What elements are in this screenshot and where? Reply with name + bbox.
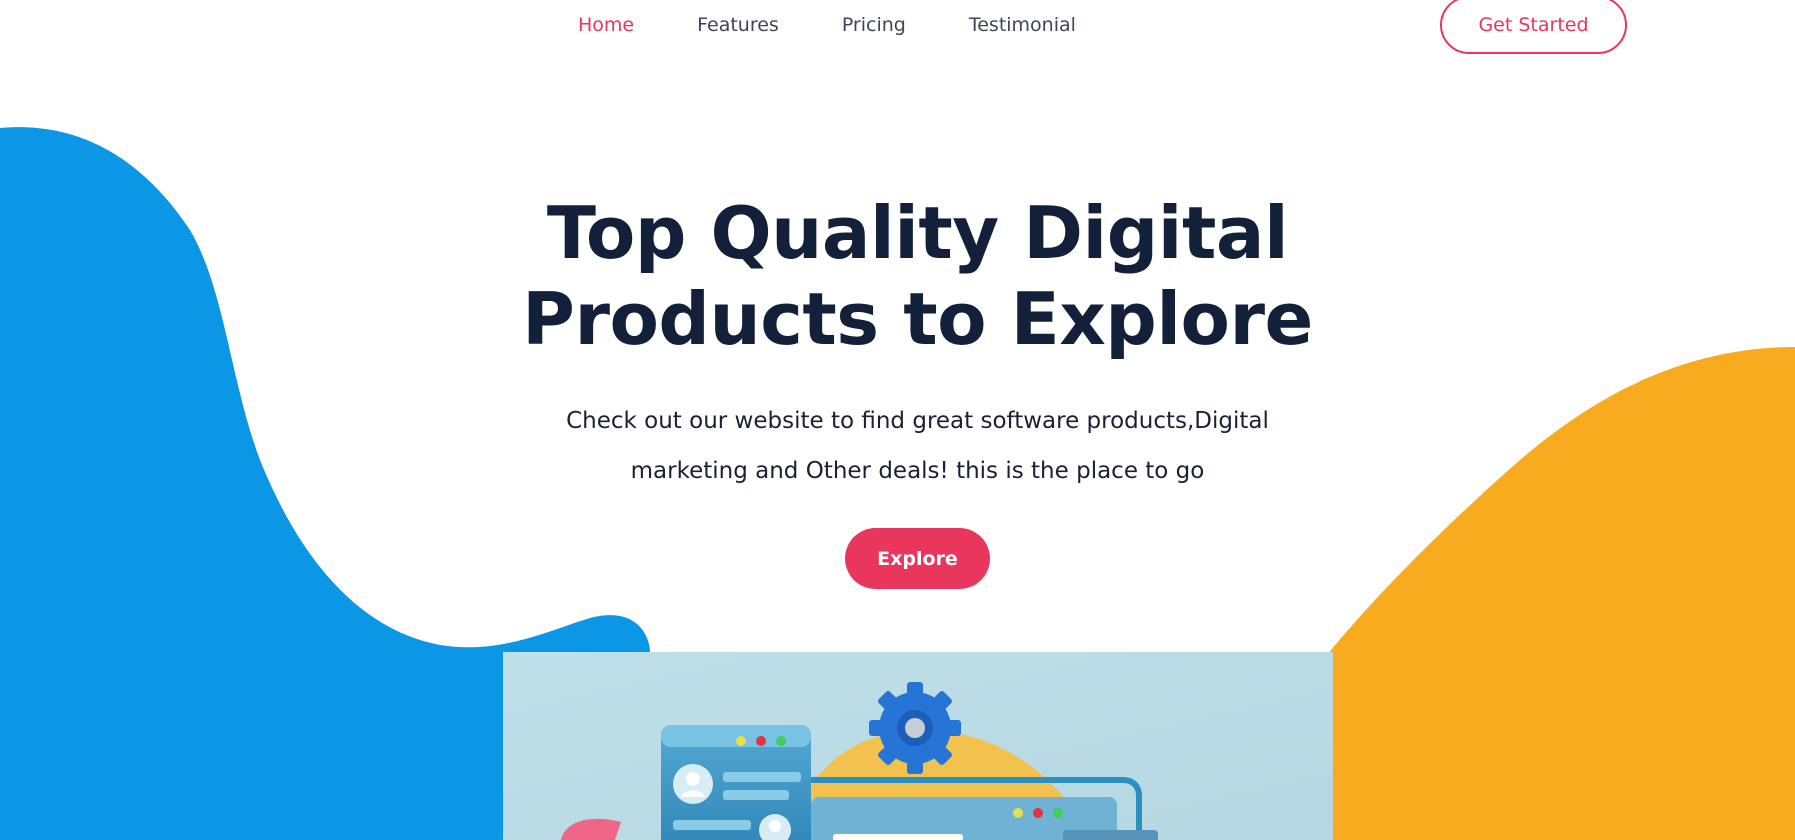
window-dot-red [756,736,766,746]
nav-home-link[interactable]: Home [578,14,634,36]
window-dot-green [776,736,786,746]
profile-card [661,725,811,840]
hero-subtitle-line-2: marketing and Other deals! this is the p… [630,458,1205,484]
hero-title-line-1: Top Quality Digital [546,191,1289,275]
top-navigation: Home Features Pricing Testimonial Get St… [0,0,1795,60]
nav-testimonial-link[interactable]: Testimonial [969,14,1076,36]
nav-pricing-link[interactable]: Pricing [842,14,906,36]
window-dot-red-2 [1033,808,1043,818]
hero-title: Top Quality Digital Products to Explore [500,190,1335,362]
get-started-button[interactable]: Get Started [1440,0,1627,54]
nav-features-link[interactable]: Features [697,14,779,36]
window-dot-yellow-2 [1013,808,1023,818]
gear-icon [869,682,961,774]
nav-links: Home Features Pricing Testimonial [578,14,1076,36]
explore-button[interactable]: Explore [845,528,990,589]
landing-page: Home Features Pricing Testimonial Get St… [0,0,1795,840]
hero-title-line-2: Products to Explore [522,277,1313,361]
hero-subtitle: Check out our website to find great soft… [520,396,1315,496]
window-dot-yellow [736,736,746,746]
hero-subtitle-line-1: Check out our website to find great soft… [566,408,1269,434]
hero-illustration [503,652,1333,840]
user-avatar-icon [673,764,713,804]
window-dot-green-2 [1053,808,1063,818]
digital-products-illustration [503,652,1333,840]
